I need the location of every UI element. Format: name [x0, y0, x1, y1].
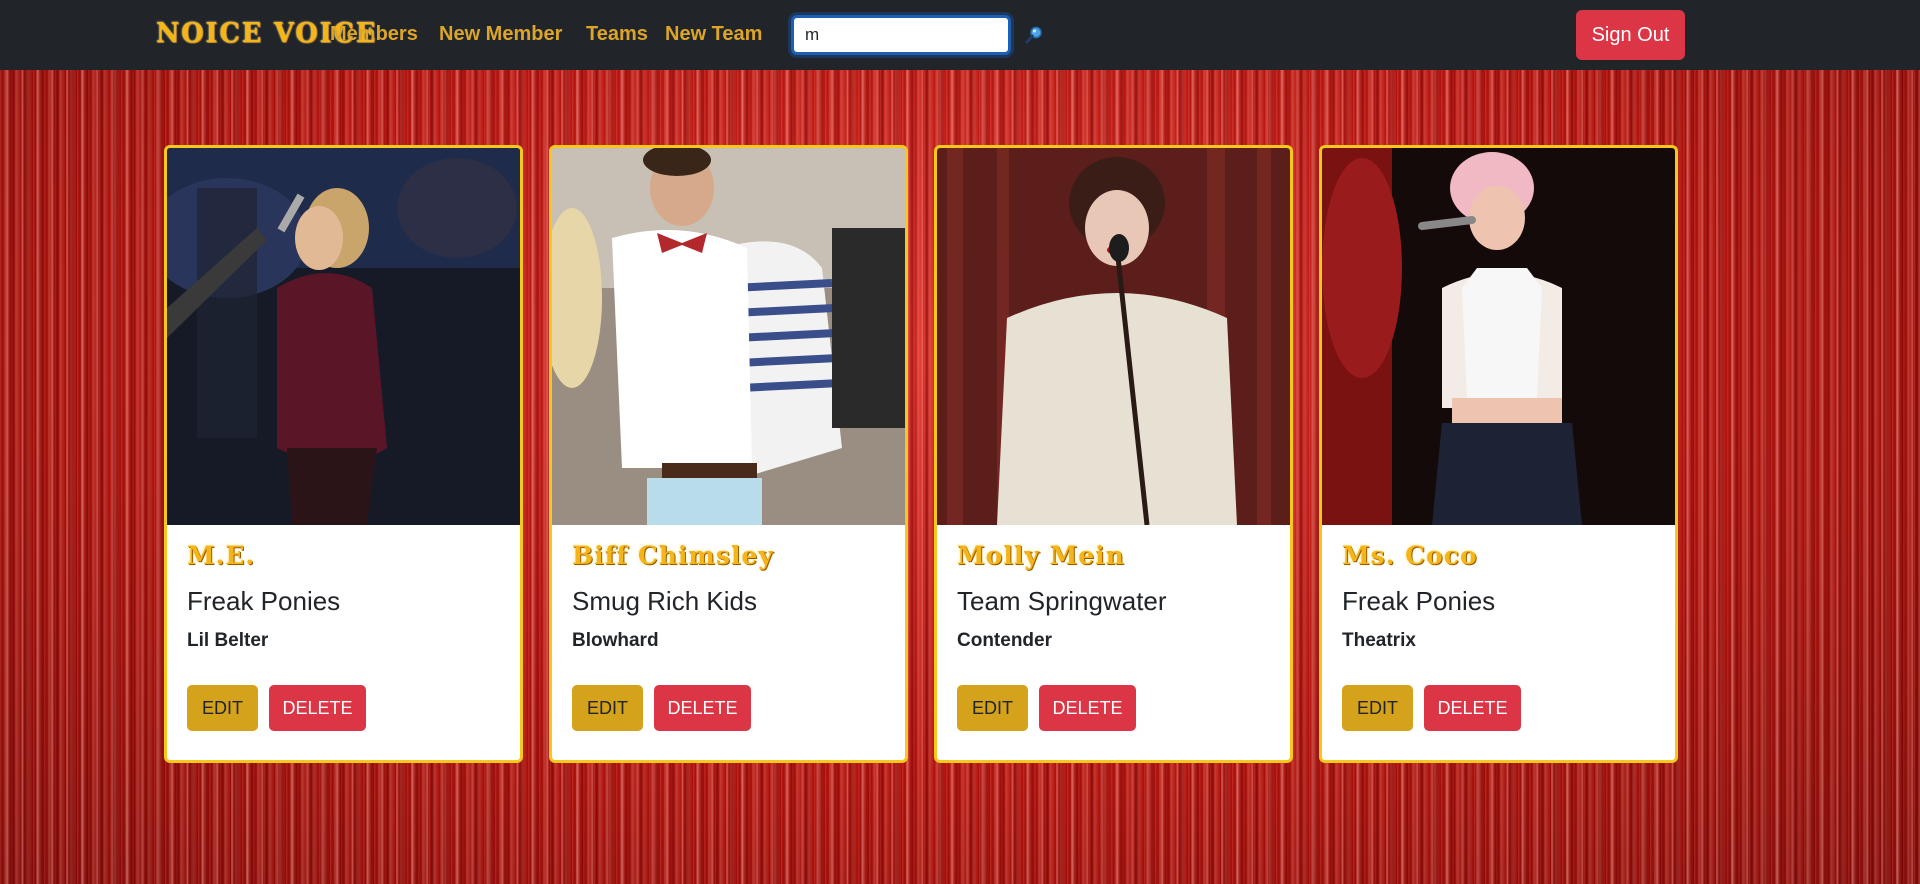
- search-input[interactable]: [791, 15, 1011, 55]
- member-card: Ms. Coco Freak Ponies Theatrix EDIT DELE…: [1319, 145, 1678, 763]
- delete-button[interactable]: DELETE: [1424, 685, 1521, 731]
- sign-out-button[interactable]: Sign Out: [1576, 10, 1685, 60]
- member-photo: [1322, 148, 1675, 525]
- member-photo: [552, 148, 905, 525]
- member-team: Smug Rich Kids: [572, 586, 757, 616]
- nav-new-team[interactable]: New Team: [665, 23, 762, 46]
- magnifier-icon[interactable]: [1024, 25, 1044, 45]
- member-team: Freak Ponies: [1342, 586, 1496, 616]
- member-name: M.E.: [187, 541, 256, 570]
- member-team: Freak Ponies: [187, 586, 341, 616]
- delete-button[interactable]: DELETE: [654, 685, 751, 731]
- nav-teams[interactable]: Teams: [586, 23, 648, 46]
- nav-new-member[interactable]: New Member: [439, 23, 562, 46]
- delete-button[interactable]: DELETE: [1039, 685, 1136, 731]
- member-nickname: Theatrix: [1342, 630, 1416, 651]
- edit-button[interactable]: EDIT: [1342, 685, 1413, 731]
- member-team: Team Springwater: [957, 586, 1167, 616]
- edit-button[interactable]: EDIT: [957, 685, 1028, 731]
- member-name: Biff Chimsley: [572, 541, 774, 570]
- member-photo: [937, 148, 1290, 525]
- member-card: Molly Mein Team Springwater Contender ED…: [934, 145, 1293, 763]
- member-name: Molly Mein: [957, 541, 1125, 570]
- member-card: M.E. Freak Ponies Lil Belter EDIT DELETE: [164, 145, 523, 763]
- member-nickname: Lil Belter: [187, 630, 269, 651]
- edit-button[interactable]: EDIT: [572, 685, 643, 731]
- member-nickname: Blowhard: [572, 630, 659, 651]
- member-card: Biff Chimsley Smug Rich Kids Blowhard ED…: [549, 145, 908, 763]
- delete-button[interactable]: DELETE: [269, 685, 366, 731]
- member-name: Ms. Coco: [1342, 541, 1478, 570]
- member-nickname: Contender: [957, 630, 1052, 651]
- edit-button[interactable]: EDIT: [187, 685, 258, 731]
- member-photo: [167, 148, 520, 525]
- nav-members[interactable]: Members: [330, 23, 418, 46]
- navbar: NOICE VOICE Members New Member Teams New…: [0, 0, 1920, 70]
